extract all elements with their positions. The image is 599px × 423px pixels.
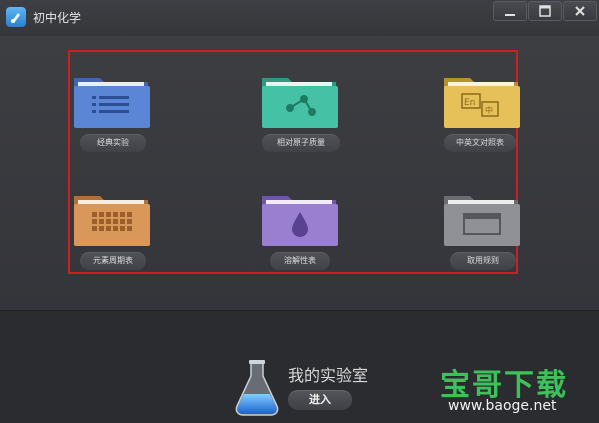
- tile-label: 溶解性表: [270, 252, 330, 270]
- folder-icon: [262, 78, 338, 128]
- tile-label: 中英文对照表: [444, 134, 516, 152]
- tile-periodic-table[interactable]: 元素周期表: [72, 190, 162, 300]
- tile-chinese-english-table[interactable]: En 中 中英文对照表: [442, 72, 532, 182]
- folder-icon: [74, 196, 150, 246]
- close-icon: [575, 6, 585, 16]
- maximize-button[interactable]: [528, 1, 562, 21]
- divider: [0, 310, 599, 311]
- minimize-button[interactable]: [493, 1, 527, 21]
- window-title: 初中化学: [33, 11, 82, 25]
- tile-classic-experiments[interactable]: 经典实验: [72, 72, 162, 182]
- minimize-icon: [505, 14, 515, 16]
- flask-icon: [235, 360, 279, 416]
- close-button[interactable]: [563, 1, 597, 21]
- folder-icon: [262, 196, 338, 246]
- maximize-icon: [539, 5, 551, 17]
- svg-text:En: En: [464, 98, 475, 108]
- folder-icon: [444, 196, 520, 246]
- tile-label: 经典实验: [80, 134, 146, 152]
- app-icon: [6, 7, 26, 27]
- tile-label: 取用规则: [450, 252, 516, 270]
- tile-solubility-table[interactable]: 溶解性表: [260, 190, 350, 300]
- tile-relative-atomic-mass[interactable]: 相对原子质量: [260, 72, 350, 182]
- watermark-url: www.baoge.net: [448, 398, 557, 414]
- module-grid: 经典实验 相对原子质量 En 中 中英文对照表 元素周期表 溶解性表 取用规则: [68, 50, 520, 274]
- title-bar: 初中化学: [0, 0, 599, 36]
- svg-text:中: 中: [485, 105, 493, 115]
- enter-button[interactable]: 进入: [288, 390, 352, 410]
- tile-usage-rules[interactable]: 取用规则: [442, 190, 532, 300]
- watermark: 宝哥下载 www.baoge.net: [440, 360, 590, 420]
- tile-label: 元素周期表: [80, 252, 146, 270]
- tile-label: 相对原子质量: [262, 134, 340, 152]
- folder-icon: En 中: [444, 78, 520, 128]
- folder-icon: [74, 78, 150, 128]
- lab-title: 我的实验室: [288, 366, 369, 385]
